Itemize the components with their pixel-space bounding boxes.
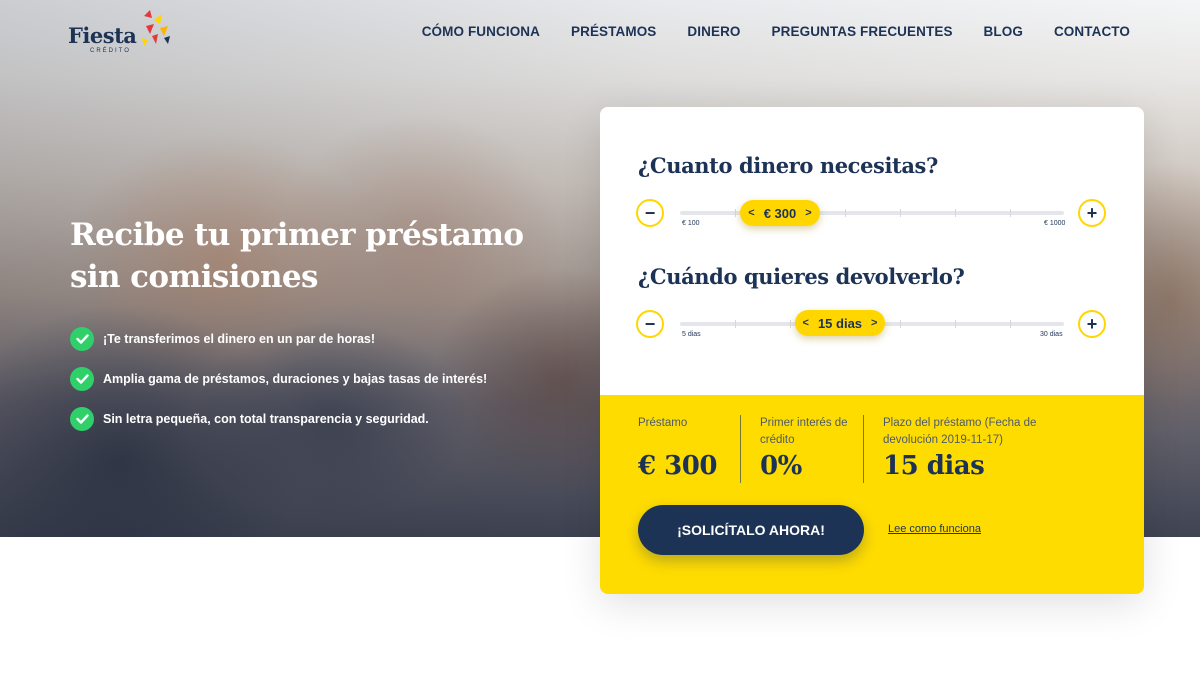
term-slider-handle[interactable]: < 15 dias >: [795, 310, 885, 336]
interest-label: Primer interés de crédito: [760, 417, 848, 446]
amount-max-label: € 1000: [1044, 220, 1066, 227]
term-value: 15 dias: [817, 315, 863, 331]
feature-list: ¡Te transferimos el dinero en un par de …: [70, 326, 487, 446]
amount-slider-tick: [1010, 209, 1011, 217]
brand-logo[interactable]: Fiesta CRÉDITO: [68, 8, 178, 58]
nav-blog[interactable]: BLOG: [984, 24, 1023, 39]
amount-slider-tick: [735, 209, 736, 217]
term-slider-tick: [1010, 320, 1011, 328]
hero-title-line1: Recibe tu primer préstamo: [70, 217, 524, 253]
chevron-right-icon: >: [805, 207, 812, 219]
nav-prestamos[interactable]: PRÉSTAMOS: [571, 24, 656, 39]
check-icon: [70, 367, 94, 391]
brand-sub: CRÉDITO: [90, 48, 131, 54]
summary-divider: [740, 415, 741, 483]
feature-text: Amplia gama de préstamos, duraciones y b…: [103, 372, 488, 386]
amount-slider-handle[interactable]: < € 300 >: [740, 200, 820, 226]
amount-increase-button[interactable]: +: [1078, 199, 1106, 227]
term-question: ¿Cuándo quieres devolverlo?: [638, 264, 965, 289]
nav-contacto[interactable]: CONTACTO: [1054, 24, 1130, 39]
nav-como-funciona[interactable]: CÓMO FUNCIONA: [422, 24, 540, 39]
chevron-right-icon: >: [871, 317, 878, 329]
nav-dinero[interactable]: DINERO: [687, 24, 740, 39]
check-icon: [70, 407, 94, 431]
loan-amount-label: Préstamo: [638, 417, 688, 429]
loan-amount-value: € 300: [638, 451, 717, 481]
summary-divider: [863, 415, 864, 483]
loan-amount-stat: Préstamo € 300: [638, 415, 728, 481]
feature-item: ¡Te transferimos el dinero en un par de …: [70, 326, 487, 352]
term-stat: Plazo del préstamo (Fecha de devolución …: [883, 415, 1063, 481]
term-summary-value: 15 dias: [883, 451, 985, 481]
nav-preguntas-frecuentes[interactable]: PREGUNTAS FRECUENTES: [772, 24, 953, 39]
check-icon: [70, 327, 94, 351]
chevron-left-icon: <: [802, 317, 809, 329]
term-decrease-button[interactable]: −: [636, 310, 664, 338]
confetti-icon: [142, 10, 170, 46]
amount-slider-track[interactable]: [680, 211, 1064, 215]
term-slider-tick: [735, 320, 736, 328]
amount-value: € 300: [763, 205, 797, 221]
hero-title-line2: sin comisiones: [70, 259, 319, 295]
calculator-sliders: ¿Cuanto dinero necesitas? − € 100 € 1000…: [600, 107, 1144, 395]
feature-item: Sin letra pequeña, con total transparenc…: [70, 406, 487, 432]
brand-name: Fiesta: [68, 23, 137, 48]
how-it-works-link[interactable]: Lee como funciona: [888, 523, 981, 535]
term-slider-tick: [790, 320, 791, 328]
term-min-label: 5 dias: [682, 331, 701, 338]
hero-title: Recibe tu primer préstamo sin comisiones: [70, 214, 570, 298]
apply-now-button[interactable]: ¡SOLICÍTALO AHORA!: [638, 505, 864, 555]
amount-min-label: € 100: [682, 220, 700, 227]
main-nav: CÓMO FUNCIONA PRÉSTAMOS DINERO PREGUNTAS…: [422, 24, 1130, 39]
term-increase-button[interactable]: +: [1078, 310, 1106, 338]
feature-text: ¡Te transferimos el dinero en un par de …: [103, 332, 376, 346]
loan-calculator-card: ¿Cuanto dinero necesitas? − € 100 € 1000…: [600, 107, 1144, 594]
term-slider-tick: [955, 320, 956, 328]
amount-slider-tick: [900, 209, 901, 217]
amount-slider-tick: [845, 209, 846, 217]
interest-value: 0%: [760, 451, 802, 481]
amount-decrease-button[interactable]: −: [636, 199, 664, 227]
feature-text: Sin letra pequeña, con total transparenc…: [103, 412, 429, 426]
feature-item: Amplia gama de préstamos, duraciones y b…: [70, 366, 487, 392]
amount-question: ¿Cuanto dinero necesitas?: [638, 153, 938, 178]
term-max-label: 30 dias: [1040, 331, 1063, 338]
interest-stat: Primer interés de crédito 0%: [760, 415, 855, 481]
term-slider-tick: [900, 320, 901, 328]
loan-summary: Préstamo € 300 Primer interés de crédito…: [600, 395, 1144, 594]
term-label: Plazo del préstamo (Fecha de devolución …: [883, 417, 1037, 446]
chevron-left-icon: <: [748, 207, 755, 219]
amount-slider-tick: [955, 209, 956, 217]
